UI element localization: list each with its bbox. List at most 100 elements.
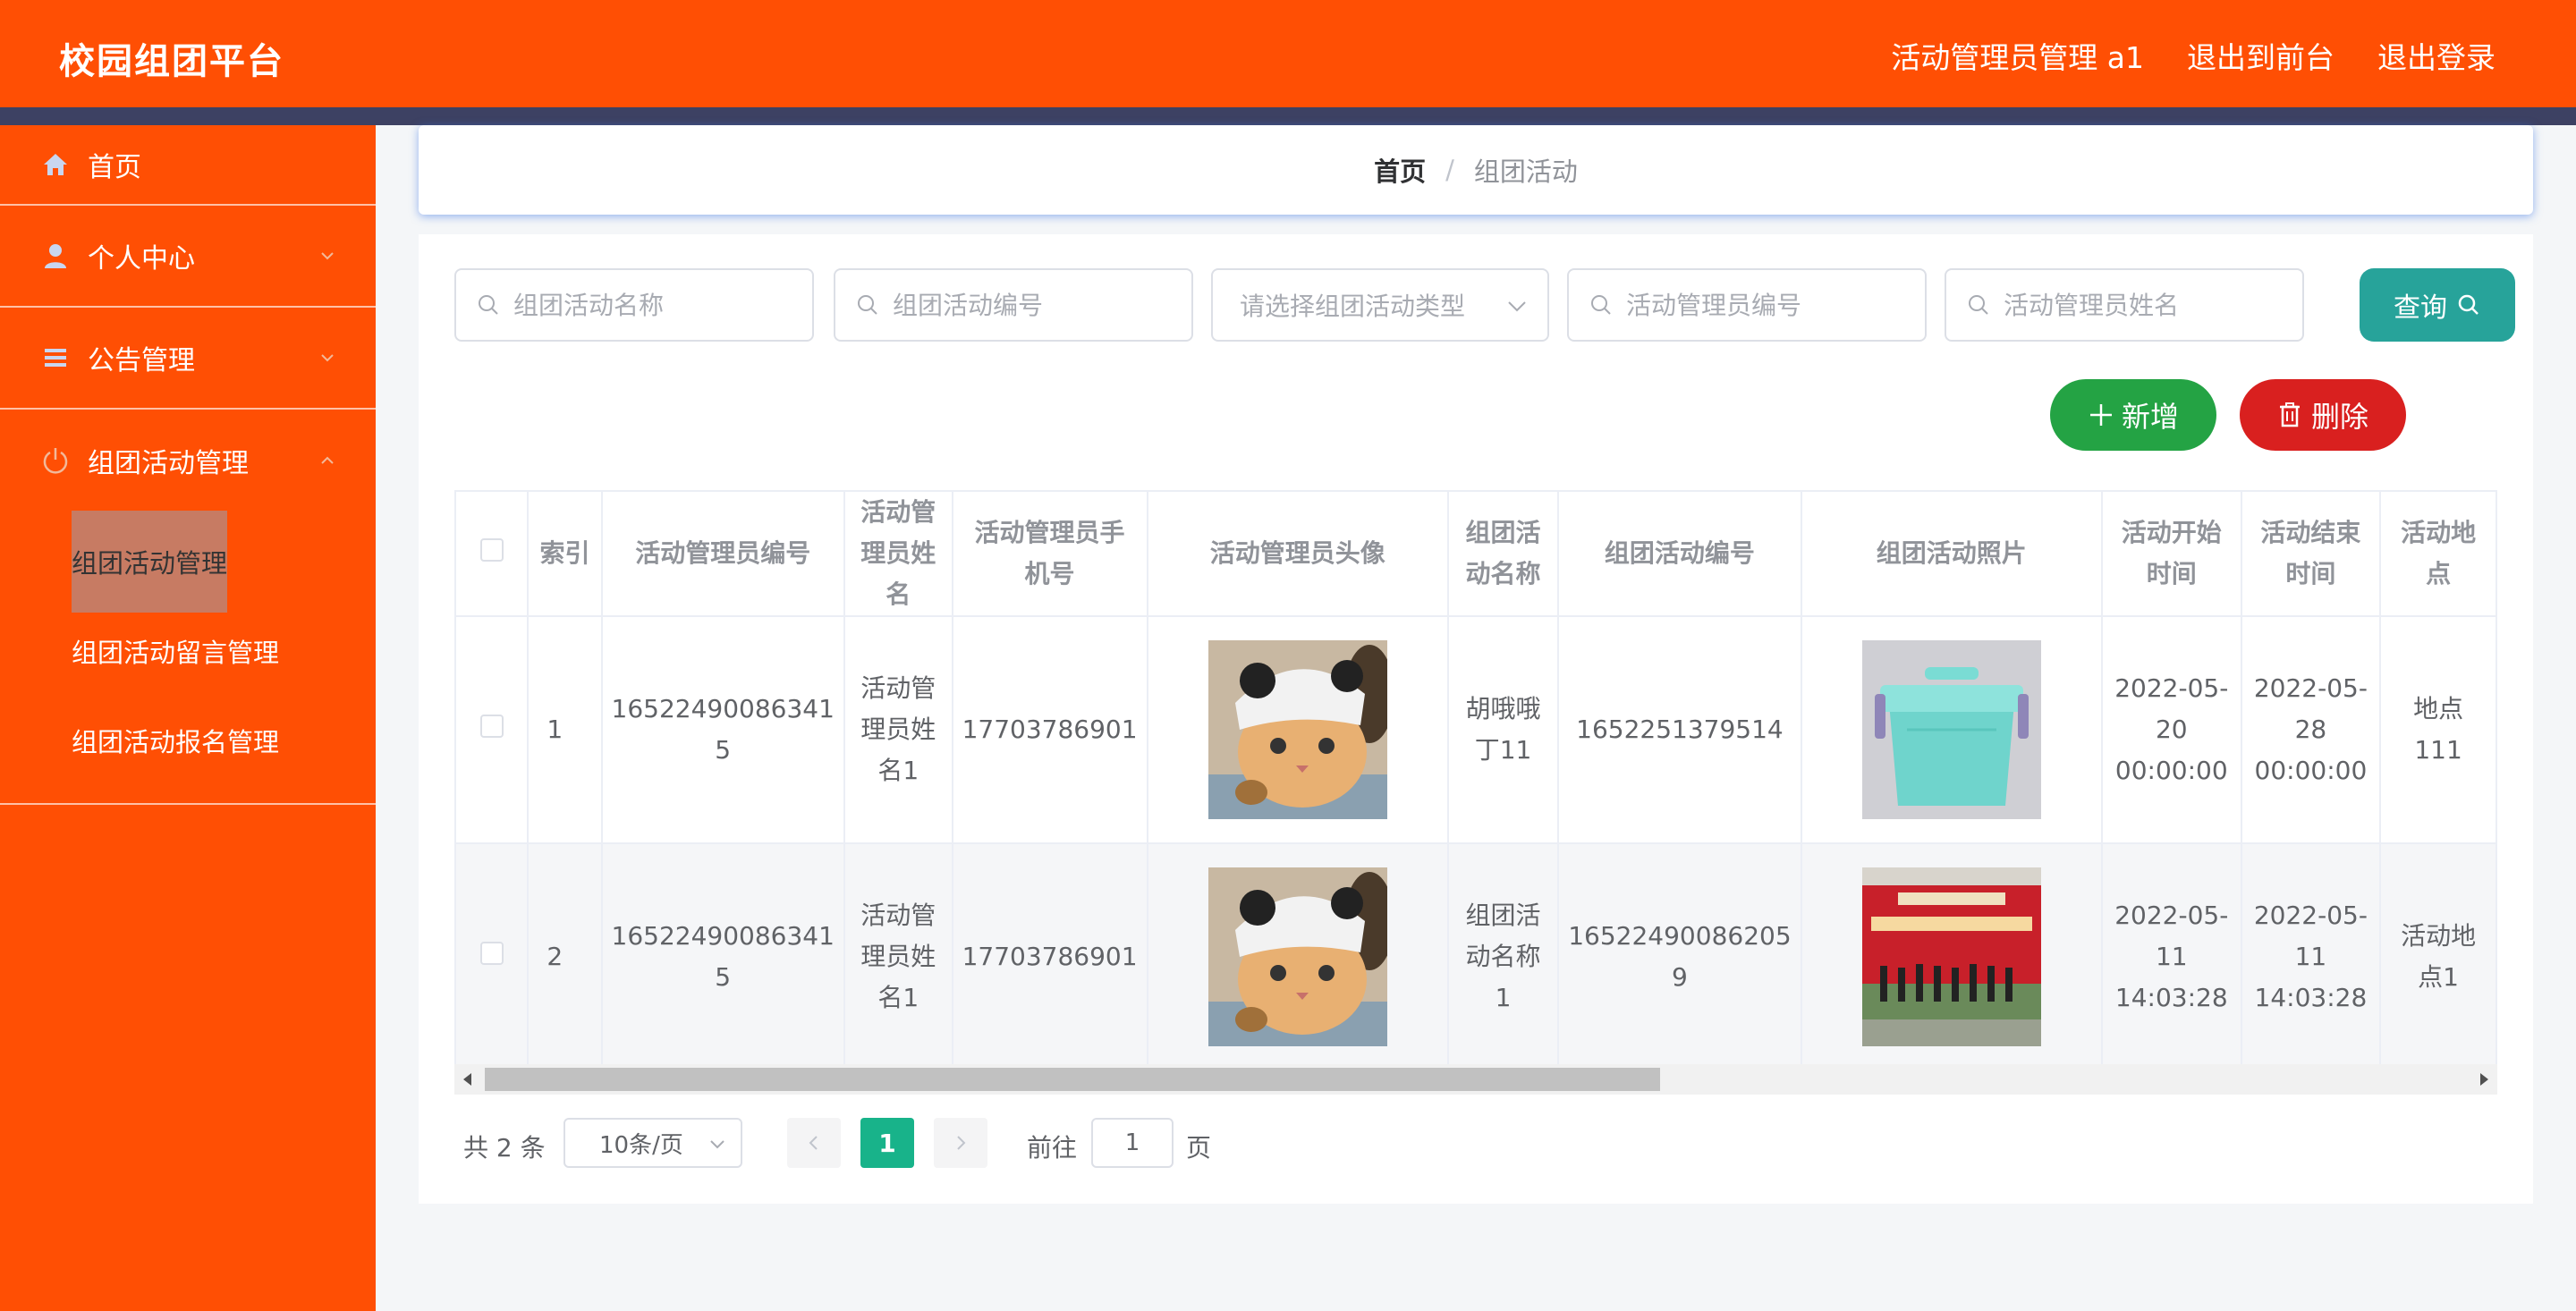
submenu-item-activity-comments[interactable]: 组团活动留言管理 [0,606,376,696]
activity-type-placeholder: 请选择组团活动类型 [1240,292,1466,321]
chevron-left-icon [809,1136,818,1150]
chevron-down-icon [710,1140,724,1149]
trash-icon [2279,402,2300,427]
admin-code-input[interactable] [1626,290,1895,320]
admin-name-field[interactable] [1945,268,2304,342]
sidebar-item-activity-management[interactable]: 组团活动管理 [0,410,376,512]
cell-activity-name: 组团活动名称1 [1446,842,1560,1071]
column-header-activity-code[interactable]: 组团活动编号 [1557,490,1802,617]
search-icon [858,295,877,315]
cell-location: 地点111 [2379,615,2497,844]
next-page-button[interactable] [934,1118,987,1168]
column-header-admin-code[interactable]: 活动管理员编号 [600,490,845,617]
chevron-down-icon [1508,301,1526,312]
pagination: 共 2 条 10条/页 1 前往 页 [463,1118,1268,1168]
chevron-down-icon [321,354,334,362]
search-icon [479,295,498,315]
scroll-right-icon[interactable] [2480,1073,2488,1086]
search-icon [1591,295,1611,315]
activity-table: 索引 活动管理员编号 活动管理员姓名 活动管理员手机号 活动管理员头像 组团活动… [454,490,2497,1071]
select-all-checkbox[interactable] [479,538,504,562]
cell-admin-name: 活动管理员姓名1 [843,842,953,1071]
delete-button-label: 删除 [2310,400,2368,434]
cell-activity-photo [1800,842,2103,1071]
power-icon [41,446,70,475]
prev-page-button[interactable] [787,1118,841,1168]
logout-link[interactable]: 退出登录 [2377,34,2496,77]
top-header: 校园组团平台 活动管理员管理 a1 退出到前台 退出登录 [0,0,2576,107]
admin-avatar-image[interactable] [1208,640,1387,819]
page-size-select[interactable]: 10条/页 [564,1118,742,1168]
column-header-end-time[interactable]: 活动结束时间 [2240,490,2382,617]
cell-admin-code: 16522490086341 5 [600,615,845,844]
activity-code-input[interactable] [893,290,1162,320]
table-row[interactable]: 1 16522490086341 5 活动管理员姓名1 17703786901 [454,615,2497,844]
activity-photo-image[interactable] [1861,640,2041,819]
cell-activity-name: 胡哦哦丁11 [1446,615,1560,844]
plus-icon [2089,404,2112,426]
horizontal-scrollbar[interactable] [454,1064,2497,1095]
column-header-admin-name[interactable]: 活动管理员姓名 [843,490,953,617]
column-header-index[interactable]: 索引 [527,490,603,617]
sidebar-item-label: 组团活动管理 [88,448,249,479]
row-checkbox[interactable] [479,715,504,738]
column-header-start-time[interactable]: 活动开始时间 [2100,490,2242,617]
cell-activity-code: 16522490086205 9 [1557,842,1802,1071]
pagination-total: 共 2 条 [463,1133,546,1163]
sidebar-item-notices[interactable]: 公告管理 [0,308,376,410]
activity-photo-image[interactable] [1861,867,2041,1046]
goto-page-input[interactable] [1091,1118,1174,1168]
cell-admin-code: 16522490086341 5 [600,842,845,1071]
chevron-up-icon [321,456,334,464]
page-size-value: 10条/页 [599,1131,683,1159]
page-number-current[interactable]: 1 [860,1118,914,1168]
sidebar-item-home[interactable]: 首页 [0,125,376,206]
submenu-item-activity-signups[interactable]: 组团活动报名管理 [0,696,376,785]
table-row[interactable]: 2 16522490086341 5 活动管理员姓名1 17703786901 [454,842,2497,1071]
app-title: 校园组团平台 [59,41,284,82]
activity-name-field[interactable] [454,268,814,342]
scrollbar-thumb[interactable] [485,1068,1660,1091]
submenu-item-activity-management[interactable]: 组团活动管理 [0,511,376,613]
submenu-activity: 组团活动管理 组团活动留言管理 组团活动报名管理 [0,511,376,805]
cell-admin-avatar [1146,842,1449,1071]
search-bar: 请选择组团活动类型 查询 [454,268,2515,342]
add-button-label: 新增 [2121,400,2179,434]
scroll-left-icon[interactable] [463,1073,471,1086]
activity-code-field[interactable] [834,268,1193,342]
breadcrumb-home[interactable]: 首页 [1374,151,1426,189]
delete-button[interactable]: 删除 [2240,379,2406,451]
back-to-front-link[interactable]: 退出到前台 [2187,34,2334,77]
submenu-item-label: 组团活动报名管理 [72,727,280,757]
cell-admin-phone: 17703786901 [951,615,1148,844]
column-header-admin-phone[interactable]: 活动管理员手机号 [951,490,1148,617]
cell-admin-name: 活动管理员姓名1 [843,615,953,844]
home-icon [41,150,70,179]
breadcrumb: 首页 / 组团活动 [419,125,2533,215]
header-actions: 活动管理员管理 a1 退出到前台 退出登录 [1891,34,2496,77]
cell-activity-photo [1800,615,2103,844]
column-header-activity-name[interactable]: 组团活动名称 [1446,490,1560,617]
data-table: 索引 活动管理员编号 活动管理员姓名 活动管理员手机号 活动管理员头像 组团活动… [454,490,2497,1084]
column-header-admin-avatar[interactable]: 活动管理员头像 [1146,490,1449,617]
admin-avatar-image[interactable] [1208,867,1387,1046]
admin-name-input[interactable] [2004,290,2273,320]
activity-name-input[interactable] [513,290,783,320]
submenu-item-label: 组团活动管理 [72,511,228,613]
row-select-cell [454,842,530,1071]
column-header-location[interactable]: 活动地点 [2379,490,2497,617]
admin-code-field[interactable] [1567,268,1927,342]
query-button[interactable]: 查询 [2360,268,2515,342]
main-content: 请选择组团活动类型 查询 新增 删除 [419,234,2533,1204]
cell-index: 1 [527,615,603,844]
select-all-cell [454,490,530,617]
row-checkbox[interactable] [479,942,504,965]
activity-type-select[interactable]: 请选择组团活动类型 [1211,268,1549,342]
sidebar-item-profile[interactable]: 个人中心 [0,206,376,308]
column-header-activity-photo[interactable]: 组团活动照片 [1800,490,2103,617]
current-user-role: 活动管理员管理 a1 [1891,40,2144,75]
page-suffix: 页 [1186,1133,1212,1163]
add-button[interactable]: 新增 [2050,379,2216,451]
cell-activity-code: 1652251379514 [1557,615,1802,844]
sidebar-item-label: 公告管理 [88,345,195,376]
